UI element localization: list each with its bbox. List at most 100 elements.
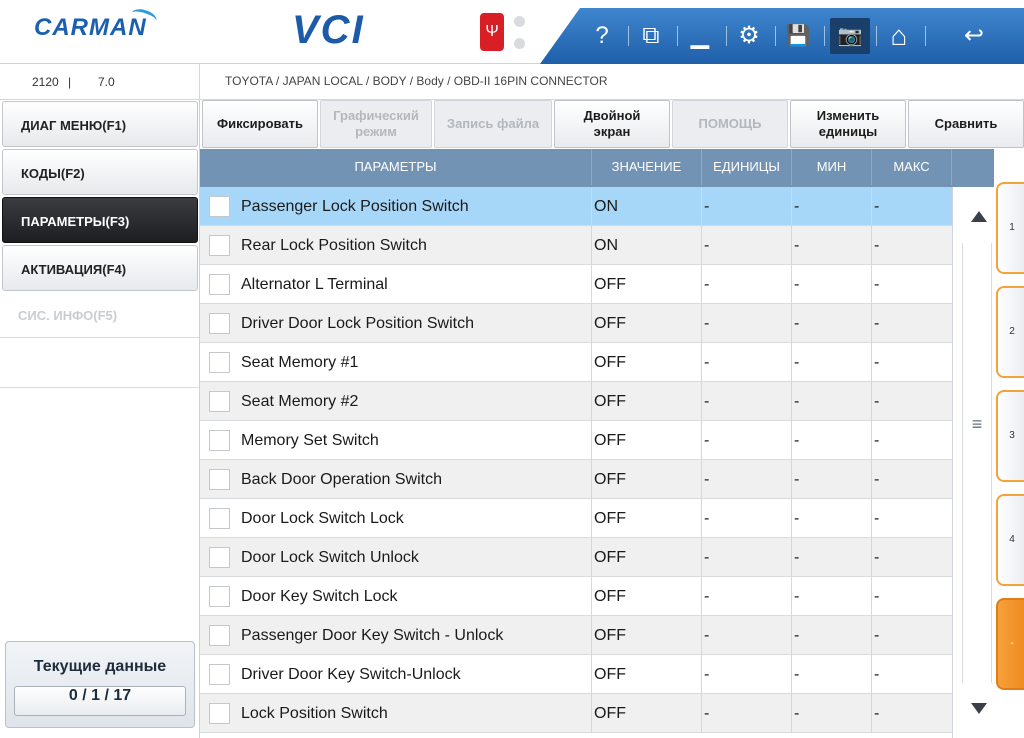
table-row[interactable]: Driver Door Key Switch-Unlock OFF - - - <box>200 655 952 694</box>
page-tab-5[interactable]: - <box>996 598 1024 690</box>
device-code: 2120 <box>32 75 59 89</box>
camera-icon[interactable]: 📷 <box>830 18 870 54</box>
table-row[interactable]: Lock Position Switch OFF - - - <box>200 694 952 733</box>
dual-screen-button[interactable]: Двойной экран <box>554 100 670 148</box>
menu-empty-slot <box>0 340 199 388</box>
param-unit: - <box>702 343 792 382</box>
param-unit: - <box>702 577 792 616</box>
table-scrollbar: ≡ <box>952 187 994 738</box>
table-header: ПАРАМЕТРЫ ЗНАЧЕНИЕ ЕДИНИЦЫ МИН МАКС <box>200 149 994 187</box>
current-data-counter: 0 / 1 / 17 <box>14 686 186 716</box>
record-file-button: Запись файла <box>434 100 552 148</box>
toolbar-divider <box>677 26 678 46</box>
param-max: - <box>874 354 880 371</box>
table-row[interactable]: Alternator L Terminal OFF - - - <box>200 265 952 304</box>
table-row[interactable]: Seat Memory #1 OFF - - - <box>200 343 952 382</box>
param-max: - <box>874 627 880 644</box>
toolbar-divider <box>628 26 629 46</box>
table-row[interactable]: Door Lock Switch Unlock OFF - - - <box>200 538 952 577</box>
param-unit: - <box>702 655 792 694</box>
param-name: Seat Memory #1 <box>200 343 592 382</box>
page-tab-3[interactable]: 3 <box>996 390 1024 482</box>
help-button: ПОМОЩЬ <box>672 100 788 148</box>
param-min: - <box>792 343 872 382</box>
param-value: OFF <box>592 694 702 733</box>
param-name: Driver Door Key Switch-Unlock <box>200 655 592 694</box>
param-max: - <box>874 276 880 293</box>
param-max: - <box>874 588 880 605</box>
param-unit: - <box>702 616 792 655</box>
param-name: Alternator L Terminal <box>200 265 592 304</box>
toolbar: ? ⧉ ▁ ⚙ 💾 📷 ⌂ ↩ <box>540 8 1024 64</box>
carman-logo: CARMAN <box>34 6 159 42</box>
param-max: - <box>874 705 880 722</box>
question-icon[interactable]: ? <box>582 18 622 54</box>
column-header-max: МАКС <box>872 149 952 185</box>
param-name: Passenger Door Key Switch - Unlock <box>200 616 592 655</box>
param-max: - <box>874 198 880 215</box>
param-min: - <box>792 421 872 460</box>
sidebar-menu: ДИАГ МЕНЮ(F1) КОДЫ(F2) ПАРАМЕТРЫ(F3) АКТ… <box>0 100 200 738</box>
table-row[interactable]: Back Door Operation Switch OFF - - - <box>200 460 952 499</box>
minimize-icon[interactable]: ▁ <box>680 18 720 54</box>
param-name: Back Door Operation Switch <box>200 460 592 499</box>
table-row[interactable]: Memory Set Switch OFF - - - <box>200 421 952 460</box>
toolbar-divider <box>876 26 877 46</box>
column-header-value: ЗНАЧЕНИЕ <box>592 149 702 185</box>
page-tab-1[interactable]: 1 <box>996 182 1024 274</box>
param-value: OFF <box>592 382 702 421</box>
param-value: OFF <box>592 343 702 382</box>
table-row[interactable]: Door Key Switch Lock OFF - - - <box>200 577 952 616</box>
param-unit: - <box>702 382 792 421</box>
menu-item-codes[interactable]: КОДЫ(F2) <box>2 149 198 195</box>
toolbar-divider <box>824 26 825 46</box>
param-max: - <box>874 549 880 566</box>
compare-button[interactable]: Сравнить <box>908 100 1024 148</box>
table-row[interactable]: Rear Lock Position Switch ON - - - <box>200 226 952 265</box>
menu-item-diag[interactable]: ДИАГ МЕНЮ(F1) <box>2 101 198 147</box>
device-info: 2120 | 7.0 <box>0 64 200 100</box>
change-units-button[interactable]: Изменить единицы <box>790 100 906 148</box>
page-tab-2[interactable]: 2 <box>996 286 1024 378</box>
param-unit: - <box>702 187 792 226</box>
toolbar-divider <box>775 26 776 46</box>
settings-icon[interactable]: ⚙ <box>729 18 769 54</box>
scroll-up-icon[interactable] <box>962 187 992 243</box>
table-row[interactable]: Door Lock Switch Lock OFF - - - <box>200 499 952 538</box>
column-header-units: ЕДИНИЦЫ <box>702 149 792 185</box>
param-min: - <box>792 226 872 265</box>
param-name: Rear Lock Position Switch <box>200 226 592 265</box>
table-row[interactable]: Passenger Lock Position Switch ON - - - <box>200 187 952 226</box>
page-tab-4[interactable]: 4 <box>996 494 1024 586</box>
table-row[interactable]: Passenger Door Key Switch - Unlock OFF -… <box>200 616 952 655</box>
param-min: - <box>792 538 872 577</box>
param-unit: - <box>702 265 792 304</box>
param-name: Passenger Lock Position Switch <box>200 187 592 226</box>
scroll-down-icon[interactable] <box>962 683 992 738</box>
param-max: - <box>874 237 880 254</box>
breadcrumb: TOYOTA / JAPAN LOCAL / BODY / Body / OBD… <box>225 74 608 88</box>
function-bar: Фиксировать Графический режим Запись фай… <box>200 100 1024 148</box>
save-icon[interactable]: 💾 <box>778 18 818 54</box>
param-unit: - <box>702 538 792 577</box>
param-value: OFF <box>592 499 702 538</box>
menu-item-activation[interactable]: АКТИВАЦИЯ(F4) <box>2 245 198 291</box>
param-max: - <box>874 666 880 683</box>
param-unit: - <box>702 304 792 343</box>
param-value: OFF <box>592 304 702 343</box>
table-row[interactable]: Driver Door Lock Position Switch OFF - -… <box>200 304 952 343</box>
home-icon[interactable]: ⌂ <box>879 18 919 54</box>
param-value: ON <box>592 226 702 265</box>
menu-item-sysinfo: СИС. ИНФО(F5) <box>0 292 199 338</box>
param-name: Driver Door Lock Position Switch <box>200 304 592 343</box>
fix-button[interactable]: Фиксировать <box>202 100 318 148</box>
param-value: OFF <box>592 460 702 499</box>
table-row[interactable]: Seat Memory #2 OFF - - - <box>200 382 952 421</box>
back-icon[interactable]: ↩ <box>954 18 994 54</box>
window-icon[interactable]: ⧉ <box>631 18 671 54</box>
current-data-panel: Текущие данные 0 / 1 / 17 <box>5 641 195 728</box>
toolbar-divider <box>925 26 926 46</box>
menu-item-parameters[interactable]: ПАРАМЕТРЫ(F3) <box>2 197 198 243</box>
param-min: - <box>792 616 872 655</box>
scroll-thumb[interactable]: ≡ <box>962 374 992 474</box>
